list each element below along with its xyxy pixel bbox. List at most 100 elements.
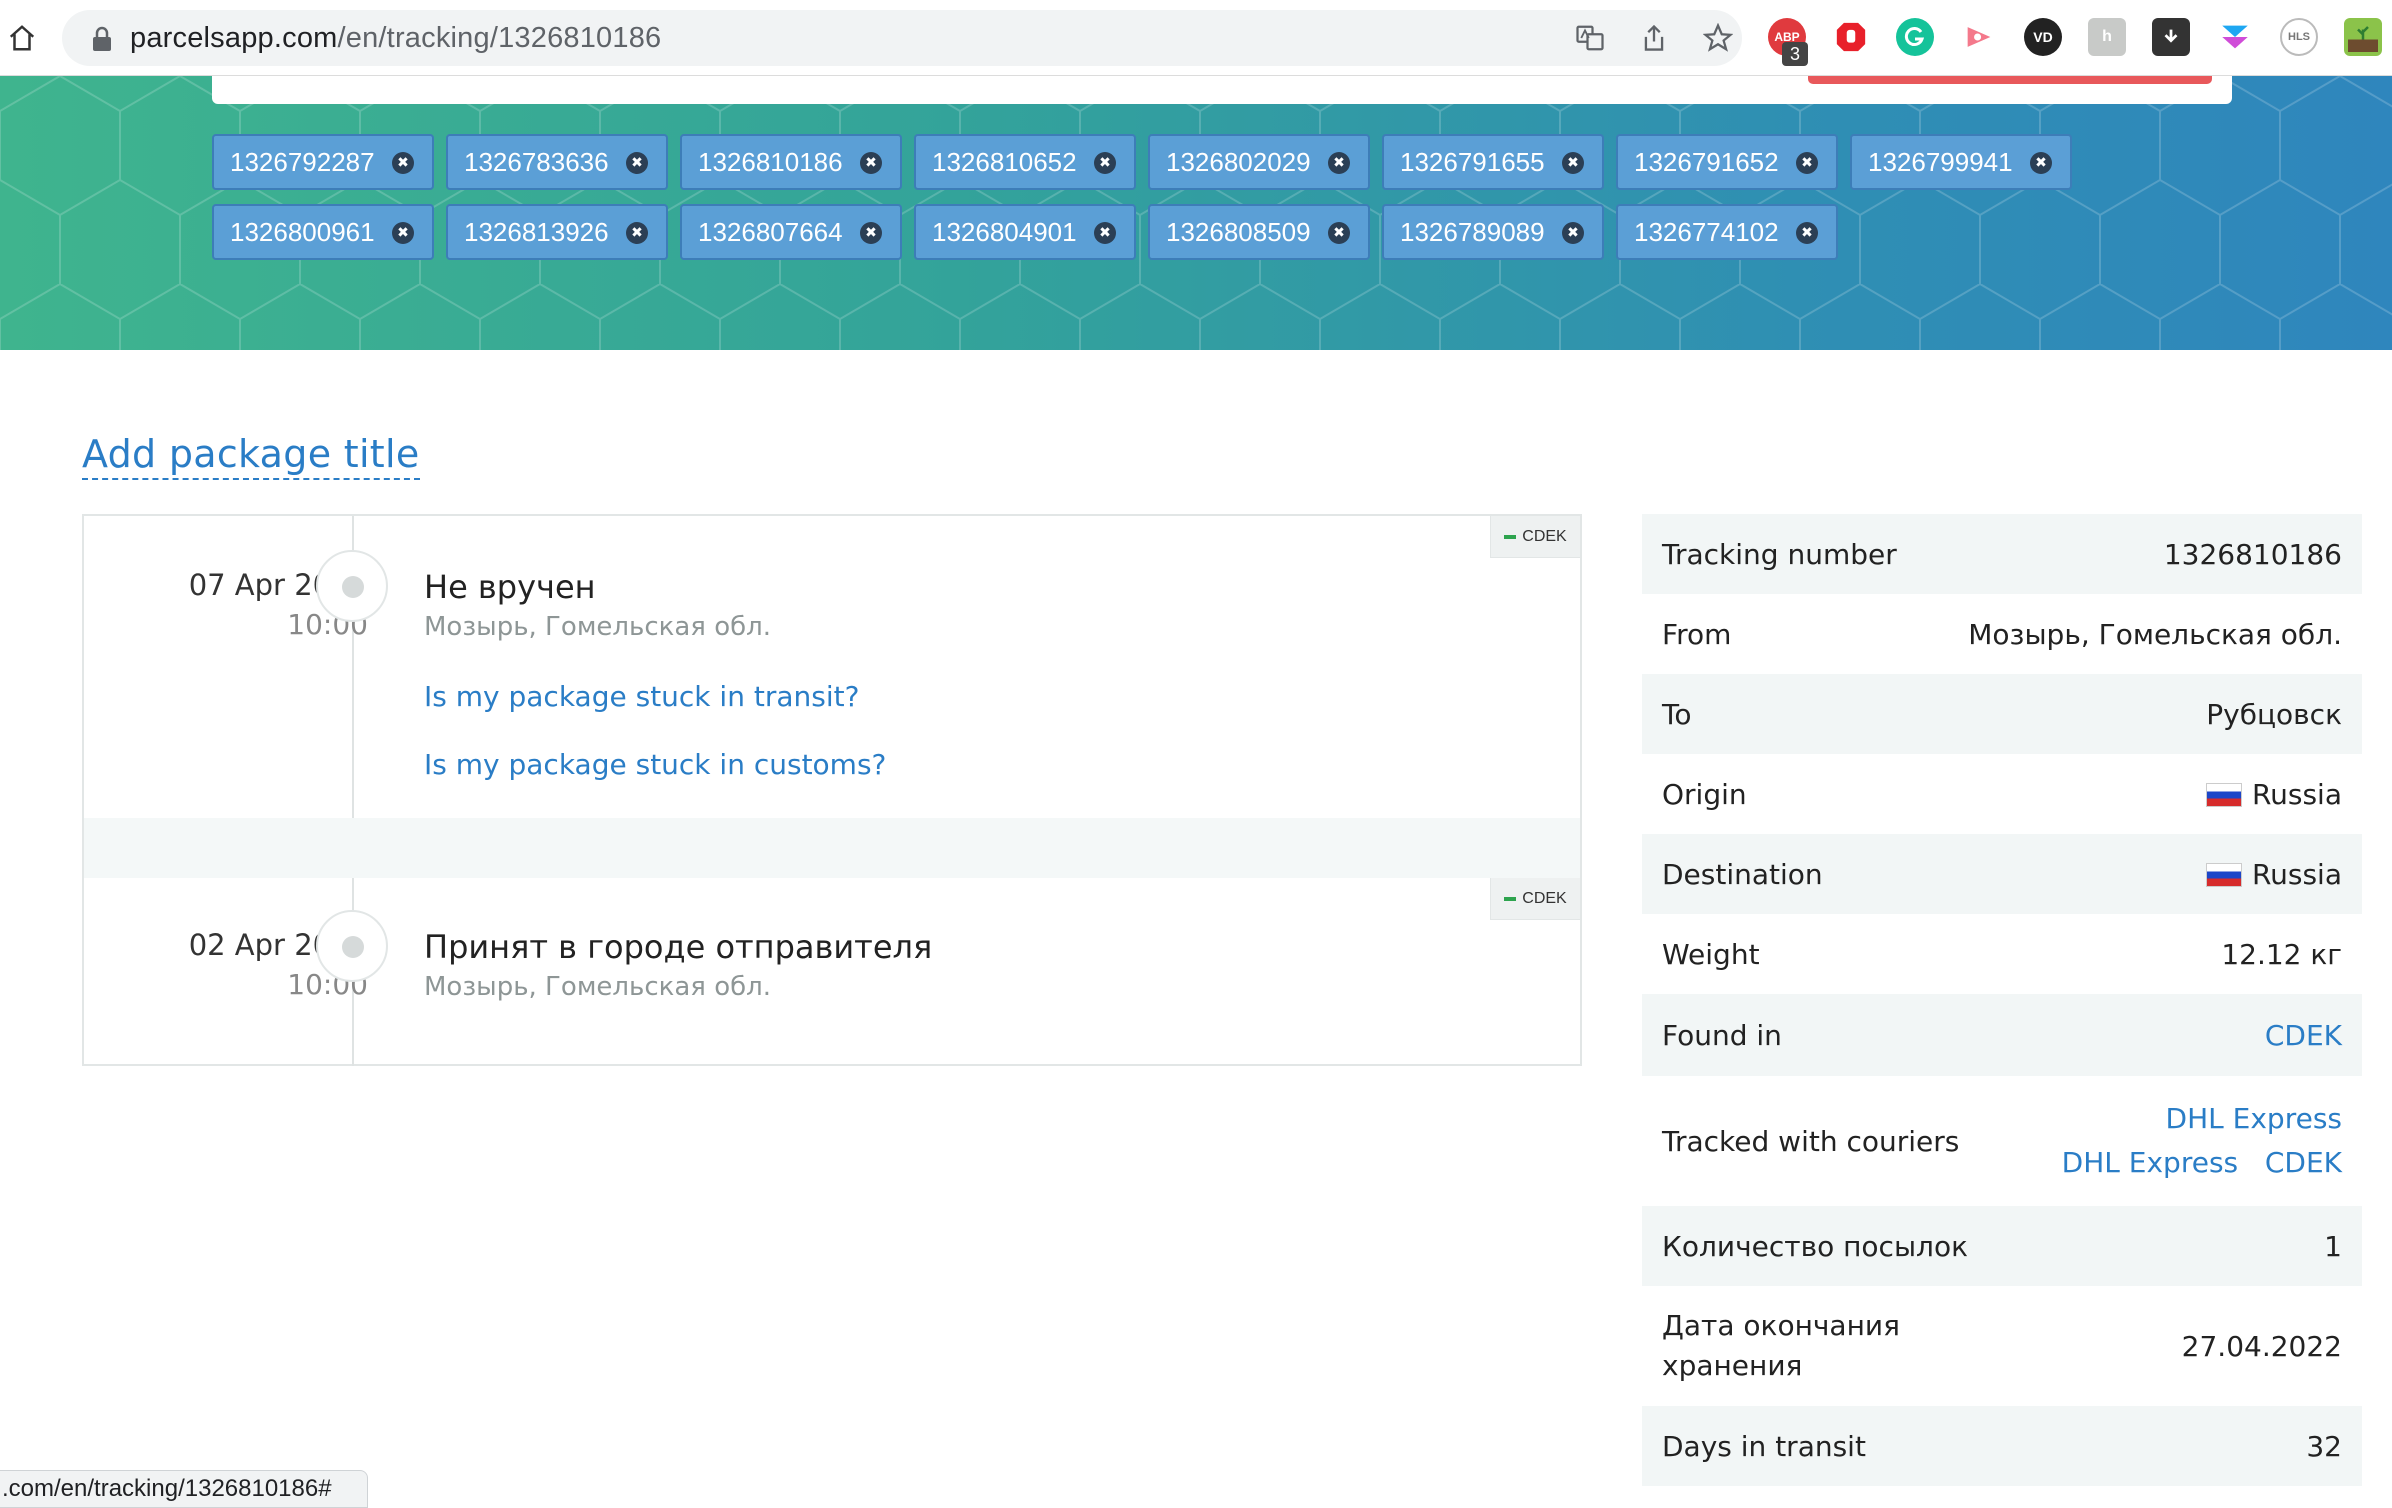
courier-tag: CDEK xyxy=(1490,878,1580,920)
url-host: parcelsapp.com xyxy=(130,22,338,54)
package-info-table: Tracking number 1326810186 From Мозырь, … xyxy=(1642,514,2362,1486)
remove-chip-icon[interactable]: ✖ xyxy=(1094,152,1116,174)
chip-number: 1326800961 xyxy=(230,216,375,247)
courier-link-dhl[interactable]: DHL Express xyxy=(2166,1102,2342,1135)
puzzle-extension-icon[interactable]: h xyxy=(2088,18,2126,56)
chip-number: 1326810652 xyxy=(932,146,1077,177)
from-value: Мозырь, Гомельская обл. xyxy=(1968,617,2342,651)
tracking-chip[interactable]: 1326807664 ✖ xyxy=(680,204,902,260)
remove-chip-icon[interactable]: ✖ xyxy=(626,222,648,244)
tracking-event: CDEK 02 Apr 2022 10:00 Принят в городе о… xyxy=(84,878,1580,1066)
remove-chip-icon[interactable]: ✖ xyxy=(392,152,414,174)
info-label: Destination xyxy=(1662,857,1823,891)
event-title: Не вручен xyxy=(424,568,596,606)
hls-player-icon[interactable]: HLS xyxy=(2280,18,2318,56)
info-row-found-in: Found in CDEK xyxy=(1642,994,2362,1076)
chip-number: 1326808509 xyxy=(1166,216,1311,247)
remove-chip-icon[interactable]: ✖ xyxy=(2030,152,2052,174)
info-label: Found in xyxy=(1662,1018,1782,1052)
remove-chip-icon[interactable]: ✖ xyxy=(1796,222,1818,244)
share-icon[interactable] xyxy=(1638,22,1670,54)
info-label: To xyxy=(1662,697,1692,731)
info-label: Tracked with couriers xyxy=(1662,1124,1960,1158)
grammarly-icon[interactable] xyxy=(1896,18,1934,56)
found-in-courier-link[interactable]: CDEK xyxy=(2265,1019,2342,1052)
garden-extension-icon[interactable] xyxy=(2344,18,2382,56)
origin-country: Russia xyxy=(2251,777,2342,811)
chip-number: 1326807664 xyxy=(698,216,843,247)
chip-number: 1326792287 xyxy=(230,146,375,177)
tracking-chip[interactable]: 1326791652 ✖ xyxy=(1616,134,1838,190)
remove-chip-icon[interactable]: ✖ xyxy=(626,152,648,174)
info-row-destination: Destination Russia xyxy=(1642,834,2362,914)
tracked-with-couriers: DHL Express DHL Express CDEK xyxy=(2062,1097,2342,1185)
tracking-chip[interactable]: 1326800961 ✖ xyxy=(212,204,434,260)
courier-logo-icon xyxy=(1504,896,1517,901)
chip-number: 1326804901 xyxy=(932,216,1077,247)
tracking-chip[interactable]: 1326813926 ✖ xyxy=(446,204,668,260)
tracking-chip[interactable]: 1326808509 ✖ xyxy=(1148,204,1370,260)
courier-link-dhl[interactable]: DHL Express xyxy=(2062,1146,2238,1179)
storage-label-line1: Дата окончания xyxy=(1662,1309,1900,1342)
info-row-storage-end: Дата окончания хранения 27.04.2022 xyxy=(1642,1286,2362,1406)
tracking-chip[interactable]: 1326810186 ✖ xyxy=(680,134,902,190)
courier-link-cdek[interactable]: CDEK xyxy=(2265,1146,2342,1179)
storage-end-value: 27.04.2022 xyxy=(2181,1329,2342,1363)
remove-chip-icon[interactable]: ✖ xyxy=(1562,222,1584,244)
event-separator xyxy=(84,818,1580,878)
info-label: From xyxy=(1662,617,1732,651)
translate-icon[interactable] xyxy=(1574,22,1606,54)
add-package-title-link[interactable]: Add package title xyxy=(82,432,420,480)
remove-chip-icon[interactable]: ✖ xyxy=(1328,222,1350,244)
info-label: Tracking number xyxy=(1662,537,1897,571)
info-label: Дата окончания хранения xyxy=(1662,1306,1900,1386)
remove-chip-icon[interactable]: ✖ xyxy=(1328,152,1350,174)
url-text[interactable]: parcelsapp.com/en/tracking/1326810186 xyxy=(130,22,661,55)
tracking-chip[interactable]: 1326810652 ✖ xyxy=(914,134,1136,190)
chip-number: 1326774102 xyxy=(1634,216,1779,247)
stuck-in-customs-link[interactable]: Is my package stuck in customs? xyxy=(424,748,886,781)
courier-name: CDEK xyxy=(1522,889,1567,907)
tracking-chip[interactable]: 1326792287 ✖ xyxy=(212,134,434,190)
arrow-down-extension-icon[interactable] xyxy=(2216,18,2254,56)
search-button-bottom[interactable] xyxy=(1808,76,2212,84)
ublock-icon[interactable] xyxy=(1832,18,1870,56)
remove-chip-icon[interactable]: ✖ xyxy=(1094,222,1116,244)
event-title: Принят в городе отправителя xyxy=(424,928,933,966)
remove-chip-icon[interactable]: ✖ xyxy=(860,222,882,244)
info-row-weight: Weight 12.12 кг xyxy=(1642,914,2362,994)
tracking-chip[interactable]: 1326799941 ✖ xyxy=(1850,134,2072,190)
timeline-dot-icon xyxy=(316,550,388,622)
download-icon[interactable] xyxy=(2152,18,2190,56)
info-row-from: From Мозырь, Гомельская обл. xyxy=(1642,594,2362,674)
stuck-in-transit-link[interactable]: Is my package stuck in transit? xyxy=(424,680,859,713)
tracking-chip[interactable]: 1326791655 ✖ xyxy=(1382,134,1604,190)
tracking-event: CDEK 07 Apr 2022 10:00 Не вручен Мозырь,… xyxy=(84,516,1580,818)
event-location: Мозырь, Гомельская обл. xyxy=(424,612,772,642)
info-row-days-in-transit: Days in transit 32 xyxy=(1642,1406,2362,1486)
courier-name: CDEK xyxy=(1522,527,1567,545)
tracking-chip[interactable]: 1326802029 ✖ xyxy=(1148,134,1370,190)
info-label: Weight xyxy=(1662,937,1760,971)
chip-number: 1326802029 xyxy=(1166,146,1311,177)
remove-chip-icon[interactable]: ✖ xyxy=(1796,152,1818,174)
parcel-count-value: 1 xyxy=(2324,1229,2342,1263)
tracking-chip[interactable]: 1326804901 ✖ xyxy=(914,204,1136,260)
tracking-hero-banner: 1326792287 ✖ 1326783636 ✖ 1326810186 ✖ 1326… xyxy=(0,76,2392,350)
media-extension-icon[interactable] xyxy=(1960,18,1998,56)
info-label: Origin xyxy=(1662,777,1747,811)
remove-chip-icon[interactable]: ✖ xyxy=(392,222,414,244)
tracking-chip[interactable]: 1326789089 ✖ xyxy=(1382,204,1604,260)
video-downloader-icon[interactable]: VD xyxy=(2024,18,2062,56)
info-row-to: To Рубцовск xyxy=(1642,674,2362,754)
chip-number: 1326791652 xyxy=(1634,146,1779,177)
remove-chip-icon[interactable]: ✖ xyxy=(1562,152,1584,174)
address-bar[interactable]: parcelsapp.com/en/tracking/1326810186 xyxy=(62,10,1742,66)
tracking-chip[interactable]: 1326774102 ✖ xyxy=(1616,204,1838,260)
tracking-events-card: CDEK 07 Apr 2022 10:00 Не вручен Мозырь,… xyxy=(82,514,1582,1066)
home-icon[interactable] xyxy=(4,20,40,56)
remove-chip-icon[interactable]: ✖ xyxy=(860,152,882,174)
tracking-chip[interactable]: 1326783636 ✖ xyxy=(446,134,668,190)
info-row-tracking-number: Tracking number 1326810186 xyxy=(1642,514,2362,594)
bookmark-star-icon[interactable] xyxy=(1702,22,1734,54)
